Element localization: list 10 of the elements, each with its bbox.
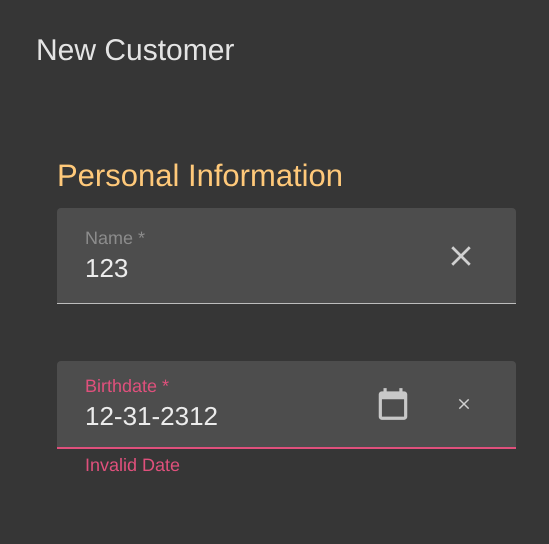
page-title: New Customer: [36, 33, 236, 69]
close-icon[interactable]: [456, 396, 472, 412]
section-heading: Personal Information: [57, 157, 344, 195]
field-label: Birthdate *: [85, 375, 170, 397]
input-field[interactable]: Birthdate * 12-31-2312: [57, 361, 516, 449]
input-field[interactable]: Name * 123: [57, 208, 516, 304]
error-message: Invalid Date: [84, 454, 182, 477]
field-value: 12-31-2312: [85, 400, 219, 433]
field-value: 123: [85, 252, 130, 284]
field-label: Name *: [85, 226, 146, 248]
